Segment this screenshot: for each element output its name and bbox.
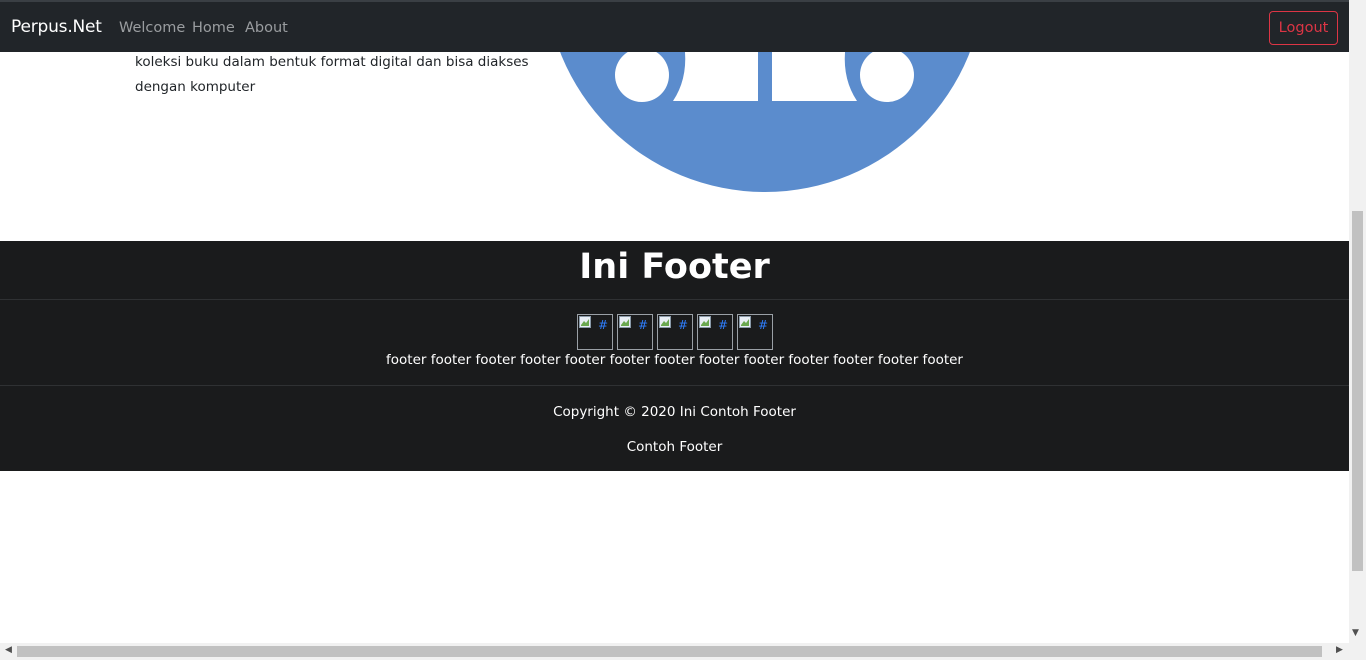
- horizontal-scrollbar-thumb[interactable]: [17, 646, 1322, 657]
- footer: Ini Footer # # # # # footer footer foote…: [0, 241, 1349, 471]
- icon-alt-text: #: [758, 318, 769, 332]
- broken-image-icon[interactable]: #: [737, 314, 773, 350]
- nav-link-home[interactable]: Home: [192, 20, 235, 36]
- vertical-scrollbar-thumb[interactable]: [1352, 211, 1363, 571]
- illustration-left-page: [673, 52, 758, 101]
- icon-alt-text: #: [678, 318, 689, 332]
- brand-logo[interactable]: Perpus.Net: [11, 17, 102, 37]
- illustration-right-page: [772, 52, 857, 101]
- icon-alt-text: #: [598, 318, 609, 332]
- broken-image-icon[interactable]: #: [697, 314, 733, 350]
- illustration-left-dot: [615, 48, 669, 102]
- scroll-left-arrow-icon[interactable]: ◀: [5, 645, 12, 655]
- broken-image-icon[interactable]: #: [657, 314, 693, 350]
- footer-divider: [0, 299, 1349, 300]
- logout-button[interactable]: Logout: [1269, 11, 1338, 45]
- footer-divider: [0, 385, 1349, 386]
- footer-subtitle: Contoh Footer: [626, 439, 723, 455]
- top-navbar: Perpus.Net Welcome Home About Logout: [0, 0, 1349, 52]
- broken-image-icon[interactable]: #: [617, 314, 653, 350]
- broken-image-glyph-icon: [659, 316, 671, 328]
- broken-image-glyph-icon: [739, 316, 751, 328]
- footer-social-icons: # # # # #: [577, 314, 773, 350]
- footer-text: footer footer footer footer footer foote…: [386, 352, 963, 368]
- library-description: koleksi buku dalam bentuk format digital…: [135, 54, 529, 95]
- scroll-down-arrow-icon[interactable]: ▼: [1352, 628, 1359, 638]
- scroll-right-arrow-icon[interactable]: ▶: [1336, 645, 1343, 655]
- broken-image-icon[interactable]: #: [577, 314, 613, 350]
- page-viewport: koleksi buku dalam bentuk format digital…: [0, 0, 1349, 643]
- broken-image-glyph-icon: [619, 316, 631, 328]
- icon-alt-text: #: [638, 318, 649, 332]
- footer-title: Ini Footer: [579, 247, 770, 287]
- icon-alt-text: #: [718, 318, 729, 332]
- broken-image-glyph-icon: [699, 316, 711, 328]
- copyright-text: Copyright © 2020 Ini Contoh Footer: [553, 404, 796, 420]
- nav-link-welcome[interactable]: Welcome: [119, 20, 185, 36]
- illustration-right-dot: [860, 48, 914, 102]
- broken-image-glyph-icon: [579, 316, 591, 328]
- nav-link-about[interactable]: About: [245, 20, 288, 36]
